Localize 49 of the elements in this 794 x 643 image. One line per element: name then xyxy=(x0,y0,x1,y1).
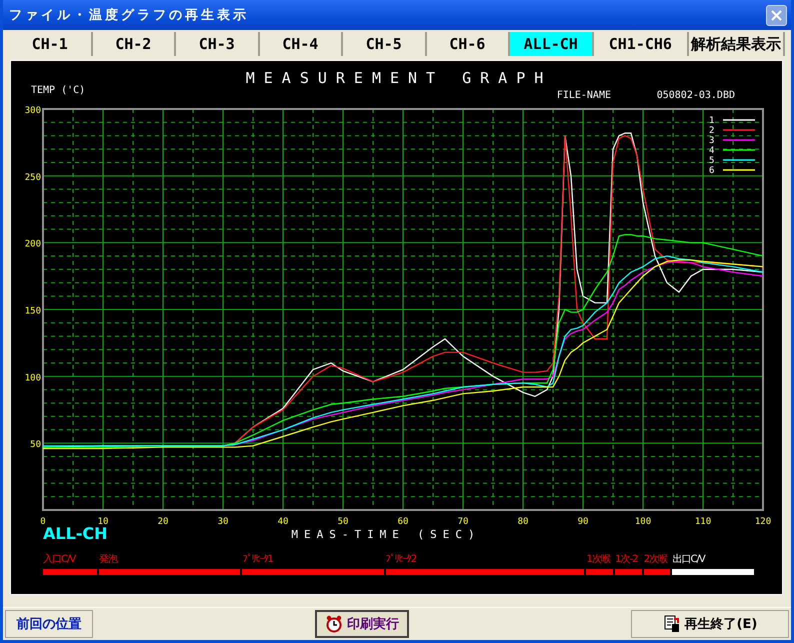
document-icon xyxy=(662,615,681,633)
stage-label: 発泡 xyxy=(98,553,117,565)
axis-tick-label: 30 xyxy=(218,517,228,527)
stage-label: ﾌﾟﾘﾋｰﾀ2 xyxy=(386,553,416,566)
axis-tick-label: 120 xyxy=(754,517,772,527)
axis-tick-label: 300 xyxy=(24,106,41,116)
stage-label: 出口C/V xyxy=(672,552,705,565)
alarm-clock-icon xyxy=(325,615,343,633)
axis-tick-label: 60 xyxy=(398,517,408,527)
tab[interactable]: 解析結果表示 xyxy=(689,32,785,56)
axis-tick-label: 40 xyxy=(278,517,288,527)
chart-title: MEASUREMENT GRAPH xyxy=(246,69,552,87)
end-playback-button[interactable]: 再生終了(E) xyxy=(631,610,789,638)
axis-tick-label: 100 xyxy=(24,373,41,384)
x-axis-label: MEAS-TIME (SEC) xyxy=(291,528,481,541)
print-button[interactable]: 印刷実行 xyxy=(315,610,409,638)
axis-tick-label: 50 xyxy=(338,517,348,527)
legend-label: 4 xyxy=(709,146,714,156)
close-icon xyxy=(771,10,782,20)
legend-label: 5 xyxy=(709,156,714,166)
axis-tick-label: 90 xyxy=(578,517,588,527)
stage-label: 入口C/V xyxy=(43,552,76,565)
stage-label: 1次-2 xyxy=(615,553,638,565)
axis-tick-label: 10 xyxy=(98,517,108,527)
file-name-label: FILE-NAME xyxy=(556,90,611,101)
axis-tick-label: 100 xyxy=(634,517,652,527)
legend-label: 2 xyxy=(709,126,714,136)
legend-label: 6 xyxy=(709,166,714,176)
y-axis-label: TEMP ('C) xyxy=(31,85,86,96)
close-button[interactable] xyxy=(766,4,787,26)
axis-tick-label: 50 xyxy=(30,440,41,450)
axis-tick-label: 20 xyxy=(158,517,168,527)
channel-label: ALL-CH xyxy=(43,524,108,543)
stage-label: 2次喉 xyxy=(644,553,668,565)
stage-label: 1次喉 xyxy=(586,553,610,565)
axis-tick-label: 110 xyxy=(694,517,712,527)
axis-tick-label: 250 xyxy=(24,172,41,183)
axis-tick-label: 150 xyxy=(24,306,41,316)
window-title: ファイル・温度グラフの再生表示 xyxy=(9,6,249,24)
stage-label: ﾌﾟﾘﾋｰﾀ1 xyxy=(242,553,273,566)
tab[interactable]: ALL-CH xyxy=(510,32,594,56)
legend-label: 3 xyxy=(709,136,714,146)
axis-tick-label: 70 xyxy=(458,517,468,527)
axis-tick-label: 0 xyxy=(40,517,46,527)
file-name: 050802-03.DBD xyxy=(656,90,735,101)
axis-tick-label: 200 xyxy=(24,240,41,250)
legend-label: 1 xyxy=(709,116,714,126)
previous-position-button[interactable]: 前回の位置 xyxy=(5,610,93,638)
axis-tick-label: 80 xyxy=(518,517,528,527)
